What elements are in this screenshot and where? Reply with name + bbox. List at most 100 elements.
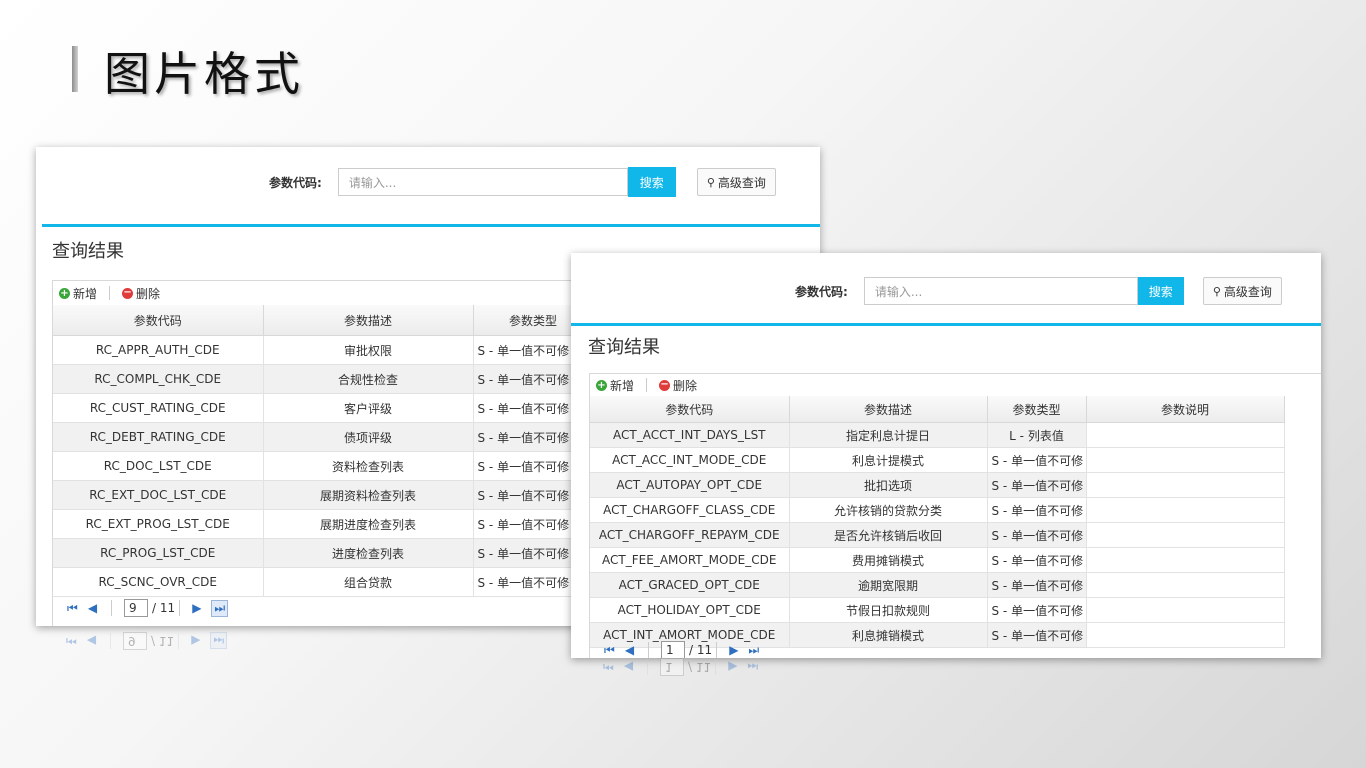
cell-desc: 客户评级: [263, 393, 474, 423]
last-page-icon[interactable]: ⏭: [748, 643, 759, 658]
cell-code: ACT_CHARGOFF_REPAYM_CDE: [590, 522, 790, 548]
add-label: 新增: [610, 378, 635, 393]
search-icon: ⚲: [706, 175, 715, 189]
page-number-input[interactable]: 9: [124, 599, 149, 617]
prev-page-icon[interactable]: ◀: [88, 601, 97, 615]
cell-type: S - 单一值不可修: [987, 497, 1087, 523]
table-row[interactable]: ACT_GRACED_OPT_CDE 逾期宽限期 S - 单一值不可修: [590, 572, 1285, 598]
results-table: 参数代码 参数描述 参数类型 参数说明 ACT_ACCT_INT_DAYS_LS…: [590, 396, 1285, 648]
delete-button[interactable]: − 删除: [659, 377, 697, 394]
add-icon: +: [59, 287, 70, 299]
table-row[interactable]: RC_DEBT_RATING_CDE 债项评级 S - 单一值不可修: [53, 422, 594, 452]
results-title: 查询结果: [588, 337, 660, 358]
slide-accent-bar: [72, 46, 78, 92]
cell-note: [1086, 622, 1285, 648]
cell-type: S - 单一值不可修: [987, 472, 1087, 498]
pager-separator: [647, 659, 649, 675]
cell-code: RC_PROG_LST_CDE: [53, 538, 264, 568]
table-row[interactable]: ACT_FEE_AMORT_MODE_CDE 费用摊销模式 S - 单一值不可修: [590, 547, 1285, 573]
header-divider: [42, 224, 820, 227]
page-number-reflection: 1: [660, 658, 685, 676]
cell-code: ACT_GRACED_OPT_CDE: [590, 572, 790, 598]
delete-button[interactable]: − 删除: [122, 285, 160, 302]
table-row[interactable]: ACT_AUTOPAY_OPT_CDE 批扣选项 S - 单一值不可修: [590, 472, 1285, 498]
cell-code: ACT_ACCT_INT_DAYS_LST: [590, 422, 790, 448]
column-header[interactable]: 参数代码: [590, 396, 790, 423]
cell-code: RC_SCNC_OVR_CDE: [53, 567, 264, 597]
cell-desc: 组合贷款: [263, 567, 474, 597]
pager-separator: [648, 642, 650, 658]
search-icon: ⚲: [1212, 284, 1221, 298]
add-button[interactable]: + 新增: [59, 285, 97, 302]
cell-note: [1086, 497, 1285, 523]
cell-desc: 利息计提模式: [789, 447, 988, 473]
search-bar: 参数代码: 请输入... 搜索 ⚲ 高级查询: [795, 277, 1282, 305]
table-row[interactable]: RC_APPR_AUTH_CDE 审批权限 S - 单一值不可修: [53, 335, 594, 365]
search-input[interactable]: 请输入...: [337, 168, 628, 196]
cell-desc: 批扣选项: [789, 472, 988, 498]
slide-title: 图片格式: [104, 47, 304, 101]
advanced-search-label: 高级查询: [1223, 284, 1272, 299]
table-row[interactable]: RC_CUST_RATING_CDE 客户评级 S - 单一值不可修: [53, 393, 594, 423]
table-row[interactable]: ACT_ACC_INT_MODE_CDE 利息计提模式 S - 单一值不可修: [590, 447, 1285, 473]
column-header[interactable]: 参数说明: [1086, 396, 1285, 423]
pager-separator: [716, 642, 718, 658]
column-header[interactable]: 参数代码: [53, 305, 264, 336]
pager-separator: [110, 633, 112, 649]
cell-desc: 费用摊销模式: [789, 547, 988, 573]
cell-code: ACT_AUTOPAY_OPT_CDE: [590, 472, 790, 498]
first-page-icon: ⏮: [603, 660, 614, 675]
toolbar-separator: [646, 378, 648, 392]
table-row[interactable]: ACT_HOLIDAY_OPT_CDE 节假日扣款规则 S - 单一值不可修: [590, 597, 1285, 623]
advanced-search-label: 高级查询: [717, 175, 766, 190]
advanced-search-button[interactable]: ⚲ 高级查询: [1202, 277, 1282, 305]
cell-desc: 允许核销的贷款分类: [789, 497, 988, 523]
table-row[interactable]: RC_COMPL_CHK_CDE 合规性检查 S - 单一值不可修: [53, 364, 594, 394]
first-page-icon[interactable]: ⏮: [604, 643, 615, 658]
delete-icon: −: [122, 286, 134, 299]
search-bar: 参数代码: 请输入... 搜索 ⚲ 高级查询: [269, 167, 776, 197]
first-page-icon[interactable]: ⏮: [67, 601, 78, 616]
cell-desc: 节假日扣款规则: [789, 597, 988, 623]
advanced-search-button[interactable]: ⚲ 高级查询: [696, 168, 776, 196]
search-input[interactable]: 请输入...: [863, 277, 1138, 305]
table-row[interactable]: RC_SCNC_OVR_CDE 组合贷款 S - 单一值不可修: [53, 567, 594, 597]
cell-code: RC_EXT_DOC_LST_CDE: [53, 480, 264, 510]
cell-type: S - 单一值不可修: [987, 572, 1087, 598]
search-button[interactable]: 搜索: [1137, 277, 1184, 305]
delete-icon: −: [659, 378, 671, 391]
next-page-icon: ▶: [191, 634, 201, 648]
cell-desc: 审批权限: [263, 335, 474, 365]
column-header[interactable]: 参数描述: [789, 396, 988, 423]
cell-desc: 是否允许核销后收回: [789, 522, 988, 548]
grid-toolbar: + 新增 − 删除: [590, 374, 1321, 396]
cell-code: RC_EXT_PROG_LST_CDE: [53, 509, 264, 539]
page-number-input[interactable]: 1: [661, 641, 686, 658]
add-icon: +: [596, 379, 607, 391]
prev-page-icon[interactable]: ◀: [625, 643, 634, 657]
column-header[interactable]: 参数描述: [263, 305, 474, 336]
table-row[interactable]: ACT_CHARGOFF_REPAYM_CDE 是否允许核销后收回 S - 单一值不…: [590, 522, 1285, 548]
cell-note: [1086, 422, 1285, 448]
column-header[interactable]: 参数类型: [987, 396, 1087, 423]
table-row[interactable]: RC_EXT_DOC_LST_CDE 展期资料检查列表 S - 单一值不可修: [53, 480, 594, 510]
next-page-icon[interactable]: ▶: [729, 643, 738, 657]
search-button[interactable]: 搜索: [627, 167, 676, 197]
cell-code: ACT_ACC_INT_MODE_CDE: [590, 447, 790, 473]
table-row[interactable]: ACT_CHARGOFF_CLASS_CDE 允许核销的贷款分类 S - 单一值不可…: [590, 497, 1285, 523]
pager-separator: [111, 600, 113, 616]
cell-note: [1086, 522, 1285, 548]
delete-label: 删除: [673, 378, 698, 393]
table-row[interactable]: ACT_ACCT_INT_DAYS_LST 指定利息计提日 L - 列表值: [590, 422, 1285, 448]
add-label: 新增: [73, 286, 98, 301]
cell-desc: 进度检查列表: [263, 538, 474, 568]
pager: ⏮ ◀ 9 / 11 ▶ ⏭: [67, 599, 238, 617]
last-page-icon[interactable]: ⏭: [211, 599, 229, 617]
next-page-icon[interactable]: ▶: [192, 601, 201, 615]
add-button[interactable]: + 新增: [596, 377, 634, 394]
table-row[interactable]: RC_DOC_LST_CDE 资料检查列表 S - 单一值不可修: [53, 451, 594, 481]
table-row[interactable]: RC_EXT_PROG_LST_CDE 展期进度检查列表 S - 单一值不可修: [53, 509, 594, 539]
cell-desc: 展期资料检查列表: [263, 480, 474, 510]
table-row[interactable]: RC_PROG_LST_CDE 进度检查列表 S - 单一值不可修: [53, 538, 594, 568]
cell-desc: 资料检查列表: [263, 451, 474, 481]
